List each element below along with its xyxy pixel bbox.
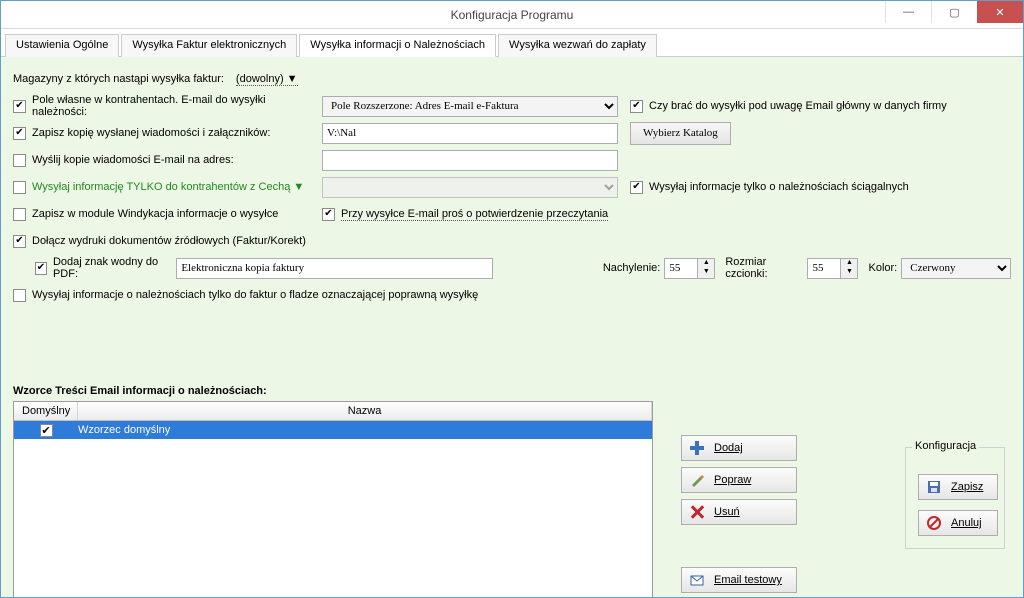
row0-name: Wzorzec domyślny bbox=[78, 424, 170, 436]
anuluj-label: Anuluj bbox=[951, 517, 982, 529]
close-button[interactable]: ✕ bbox=[977, 1, 1023, 23]
zapisz-kopie-label: Zapisz kopię wysłanej wiadomości i załąc… bbox=[32, 127, 312, 139]
popraw-button[interactable]: Popraw bbox=[681, 467, 797, 493]
dolacz-wydruki-label: Dołącz wydruki dokumentów źródłowych (Fa… bbox=[32, 235, 306, 247]
window-buttons: — ▢ ✕ bbox=[885, 1, 1023, 23]
nachylenie-down[interactable]: ▼ bbox=[698, 268, 714, 277]
nachylenie-spinner[interactable]: ▲▼ bbox=[664, 258, 715, 279]
przy-wysylce-label: Przy wysyłce E-mail proś o potwierdzenie… bbox=[341, 208, 608, 221]
wybierz-katalog-button[interactable]: Wybierz Katalog bbox=[630, 122, 731, 145]
kolor-select[interactable]: Czerwony bbox=[901, 258, 1011, 279]
plus-icon bbox=[690, 441, 704, 455]
col-domyslny[interactable]: Domyślny bbox=[14, 402, 78, 420]
zapisz-kopie-input[interactable] bbox=[322, 123, 618, 144]
dodaj-button[interactable]: Dodaj bbox=[681, 435, 797, 461]
zapisz-windykacja-label: Zapisz w module Windykacja informacje o … bbox=[32, 208, 312, 220]
wyslij-kopie-label: Wyślij kopie wiadomości E-mail na adres: bbox=[32, 154, 312, 166]
wyslij-kopie-checkbox[interactable] bbox=[13, 154, 26, 167]
config-panel: Konfiguracja Zapisz Anuluj bbox=[905, 447, 1005, 549]
maximize-button[interactable]: ▢ bbox=[931, 1, 977, 23]
magazyny-dropdown[interactable]: (dowolny) ▼ bbox=[236, 73, 298, 86]
tylko-cecha-label[interactable]: Wysyłaj informację TYLKO do kontrahentów… bbox=[32, 181, 312, 193]
dodaj-label: Dodaj bbox=[714, 442, 743, 454]
grid-header: Domyślny Nazwa bbox=[14, 402, 652, 421]
row0-default-check[interactable]: ✔ bbox=[14, 424, 78, 437]
window-title: Konfiguracja Programu bbox=[1, 8, 1023, 22]
zapisz-kopie-checkbox[interactable]: ✔ bbox=[13, 127, 26, 140]
sciagalnych-label: Wysyłaj informacje tylko o należnościach… bbox=[649, 181, 909, 193]
usun-label: Usuń bbox=[714, 506, 740, 518]
cancel-icon bbox=[927, 516, 941, 530]
nachylenie-input[interactable] bbox=[664, 258, 698, 279]
config-legend: Konfiguracja bbox=[912, 440, 979, 452]
pole-wlasne-label: Pole własne w kontrahentach. E-mail do w… bbox=[32, 94, 312, 118]
dolacz-wydruki-checkbox[interactable]: ✔ bbox=[13, 235, 26, 248]
rozmiar-down[interactable]: ▼ bbox=[841, 268, 857, 277]
usun-button[interactable]: Usuń bbox=[681, 499, 797, 525]
przy-wysylce-checkbox[interactable]: ✔ bbox=[322, 208, 335, 221]
rozmiar-label: Rozmiar czcionki: bbox=[725, 256, 803, 280]
titlebar: Konfiguracja Programu — ▢ ✕ bbox=[1, 1, 1023, 29]
pole-rozszerzone-select[interactable]: Pole Rozszerzone: Adres E-mail e-Faktura bbox=[322, 96, 618, 117]
wzorce-title: Wzorce Treści Email informacji o należno… bbox=[13, 385, 1011, 397]
zapisz-windykacja-checkbox[interactable] bbox=[13, 208, 26, 221]
dodaj-znak-label: Dodaj znak wodny do PDF: bbox=[53, 256, 176, 280]
tab-content: Magazyny z których nastąpi wysyłka faktu… bbox=[1, 57, 1023, 597]
rozmiar-up[interactable]: ▲ bbox=[841, 259, 857, 268]
sciagalnych-checkbox[interactable]: ✔ bbox=[630, 181, 643, 194]
zapisz-label: Zapisz bbox=[951, 481, 983, 493]
save-icon bbox=[927, 480, 941, 494]
magazyny-label: Magazyny z których nastąpi wysyłka faktu… bbox=[13, 73, 224, 85]
rozmiar-spinner[interactable]: ▲▼ bbox=[807, 258, 858, 279]
znak-wodny-input[interactable] bbox=[176, 258, 493, 279]
wyslij-kopie-input[interactable] bbox=[322, 150, 618, 171]
col-nazwa[interactable]: Nazwa bbox=[78, 402, 652, 420]
tab-ustawienia-ogolne[interactable]: Ustawienia Ogólne bbox=[5, 34, 119, 57]
grid-row-0[interactable]: ✔ Wzorzec domyślny bbox=[14, 421, 652, 439]
tab-wysylka-naleznosci[interactable]: Wysyłka informacji o Należnościach bbox=[299, 34, 496, 57]
templates-grid[interactable]: Domyślny Nazwa ✔ Wzorzec domyślny bbox=[13, 401, 653, 597]
popraw-label: Popraw bbox=[714, 474, 751, 486]
nachylenie-label: Nachylenie: bbox=[603, 262, 660, 274]
anuluj-button[interactable]: Anuluj bbox=[918, 510, 998, 536]
wysylaj-flaga-label: Wysyłaj informacje o należnościach tylko… bbox=[32, 289, 478, 301]
cecha-select bbox=[322, 177, 618, 198]
tab-wysylka-faktur[interactable]: Wysyłka Faktur elektronicznych bbox=[121, 34, 297, 57]
dodaj-znak-checkbox[interactable]: ✔ bbox=[35, 262, 47, 275]
tab-wysylka-wezwan[interactable]: Wysyłka wezwań do zapłaty bbox=[498, 34, 657, 57]
kolor-label: Kolor: bbox=[868, 262, 897, 274]
minimize-button[interactable]: — bbox=[885, 1, 931, 23]
email-testowy-button[interactable]: Email testowy bbox=[681, 567, 797, 593]
envelope-icon bbox=[690, 573, 704, 587]
wysylaj-flaga-checkbox[interactable] bbox=[13, 289, 26, 302]
nachylenie-up[interactable]: ▲ bbox=[698, 259, 714, 268]
config-window: Konfiguracja Programu — ▢ ✕ Ustawienia O… bbox=[0, 0, 1024, 598]
email-testowy-label: Email testowy bbox=[714, 574, 782, 586]
tabstrip: Ustawienia Ogólne Wysyłka Faktur elektro… bbox=[1, 29, 1023, 57]
rozmiar-input[interactable] bbox=[807, 258, 841, 279]
czy-brac-checkbox[interactable]: ✔ bbox=[630, 100, 643, 113]
zapisz-button[interactable]: Zapisz bbox=[918, 474, 998, 500]
x-icon bbox=[690, 505, 704, 519]
czy-brac-label: Czy brać do wysyłki pod uwagę Email głów… bbox=[649, 100, 947, 112]
pencil-icon bbox=[690, 473, 704, 487]
pole-wlasne-checkbox[interactable]: ✔ bbox=[13, 100, 26, 113]
tylko-cecha-checkbox[interactable] bbox=[13, 181, 26, 194]
